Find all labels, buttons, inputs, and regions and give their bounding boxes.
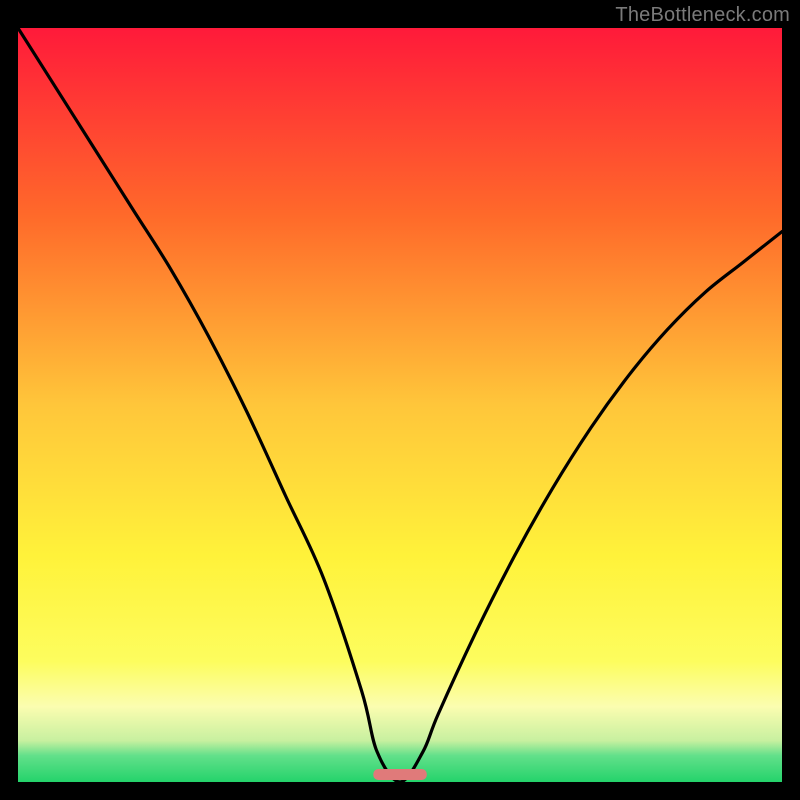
watermark-text: TheBottleneck.com (615, 4, 790, 27)
chart-frame: TheBottleneck.com (0, 0, 800, 800)
optimal-marker (373, 769, 427, 780)
gradient-background (18, 28, 782, 782)
chart-svg (18, 28, 782, 782)
plot-area (18, 28, 782, 782)
